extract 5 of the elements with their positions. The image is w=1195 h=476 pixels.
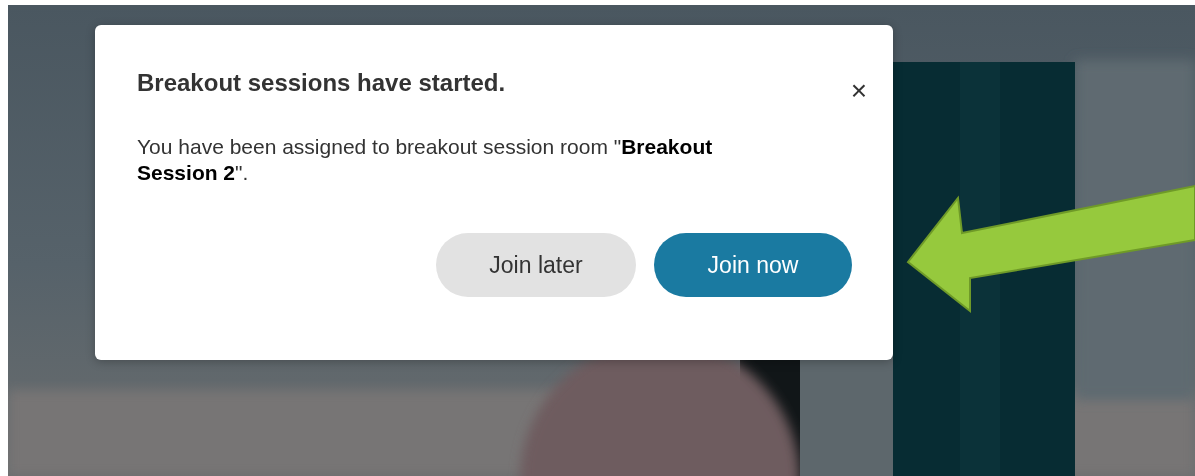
close-button[interactable]: × [850,77,867,105]
dialog-message: You have been assigned to breakout session room "Breakout Session 2". [137,133,714,187]
dialog-title: Breakout sessions have started. [137,69,507,98]
join-now-button[interactable]: Join now [654,233,852,298]
join-later-button[interactable]: Join later [436,233,636,298]
